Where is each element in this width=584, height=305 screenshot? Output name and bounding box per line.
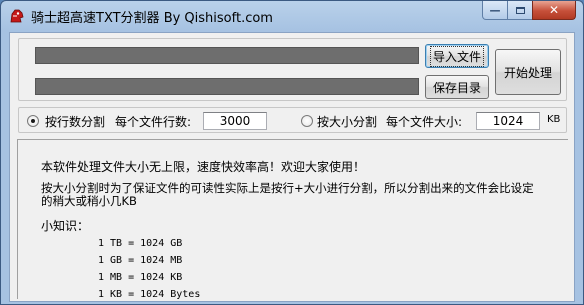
unit-mb: 1 MB = 1024 KB	[98, 272, 183, 283]
split-by-lines-radio[interactable]	[27, 115, 39, 127]
unit-tb: 1 TB = 1024 GB	[98, 238, 183, 249]
save-directory-button[interactable]: 保存目录	[425, 75, 489, 99]
top-group: 导入文件 保存目录 开始处理	[18, 38, 567, 101]
title-bar[interactable]: 骑士超高速TXT分割器 By Qishisoft.com — ✕	[1, 1, 583, 31]
lines-per-file-input[interactable]: 3000	[203, 112, 267, 130]
options-group: 按行数分割 每个文件行数: 3000 按大小分割 每个文件大小: 1024 KB	[18, 107, 567, 133]
knight-app-icon	[10, 9, 24, 23]
close-icon: ✕	[548, 3, 560, 17]
import-file-button[interactable]: 导入文件	[425, 44, 489, 68]
app-window: 骑士超高速TXT分割器 By Qishisoft.com — ✕ 导入文件 保存…	[0, 0, 584, 305]
file-size-label: 每个文件大小:	[386, 115, 463, 129]
close-button[interactable]: ✕	[532, 1, 576, 20]
minimize-button[interactable]: —	[482, 1, 508, 20]
file-size-unit: KB	[547, 114, 561, 125]
maximize-button[interactable]	[507, 1, 533, 20]
start-process-label: 开始处理	[503, 65, 552, 80]
info-split-note-line2: 的稍大或稍小几KB	[41, 194, 137, 208]
maximize-icon	[515, 6, 525, 14]
lines-per-file-label: 每个文件行数:	[115, 115, 192, 129]
progress-bar-save	[35, 78, 419, 95]
start-process-button[interactable]: 开始处理	[495, 49, 561, 95]
progress-bar-import	[35, 47, 419, 64]
file-size-input[interactable]: 1024	[476, 112, 540, 130]
window-title: 骑士超高速TXT分割器 By Qishisoft.com	[31, 11, 273, 26]
split-by-lines-label[interactable]: 按行数分割	[45, 113, 105, 130]
unit-kb: 1 KB = 1024 Bytes	[98, 289, 201, 300]
split-by-size-label[interactable]: 按大小分割	[317, 113, 377, 130]
save-directory-label: 保存目录	[432, 80, 481, 95]
info-panel: 本软件处理文件大小无上限，速度快效率高！欢迎大家使用！ 按大小分割时为了保证文件…	[17, 139, 568, 300]
info-intro-text: 本软件处理文件大小无上限，速度快效率高！欢迎大家使用！	[41, 160, 366, 174]
tips-title: 小知识：	[41, 219, 90, 233]
client-area: 导入文件 保存目录 开始处理 按行数分割 每个文件行数: 3000 按大小分割 …	[9, 32, 575, 302]
minimize-icon: —	[489, 3, 501, 17]
split-by-size-radio[interactable]	[301, 115, 313, 127]
unit-gb: 1 GB = 1024 MB	[98, 255, 183, 266]
import-file-label: 导入文件	[429, 45, 485, 67]
